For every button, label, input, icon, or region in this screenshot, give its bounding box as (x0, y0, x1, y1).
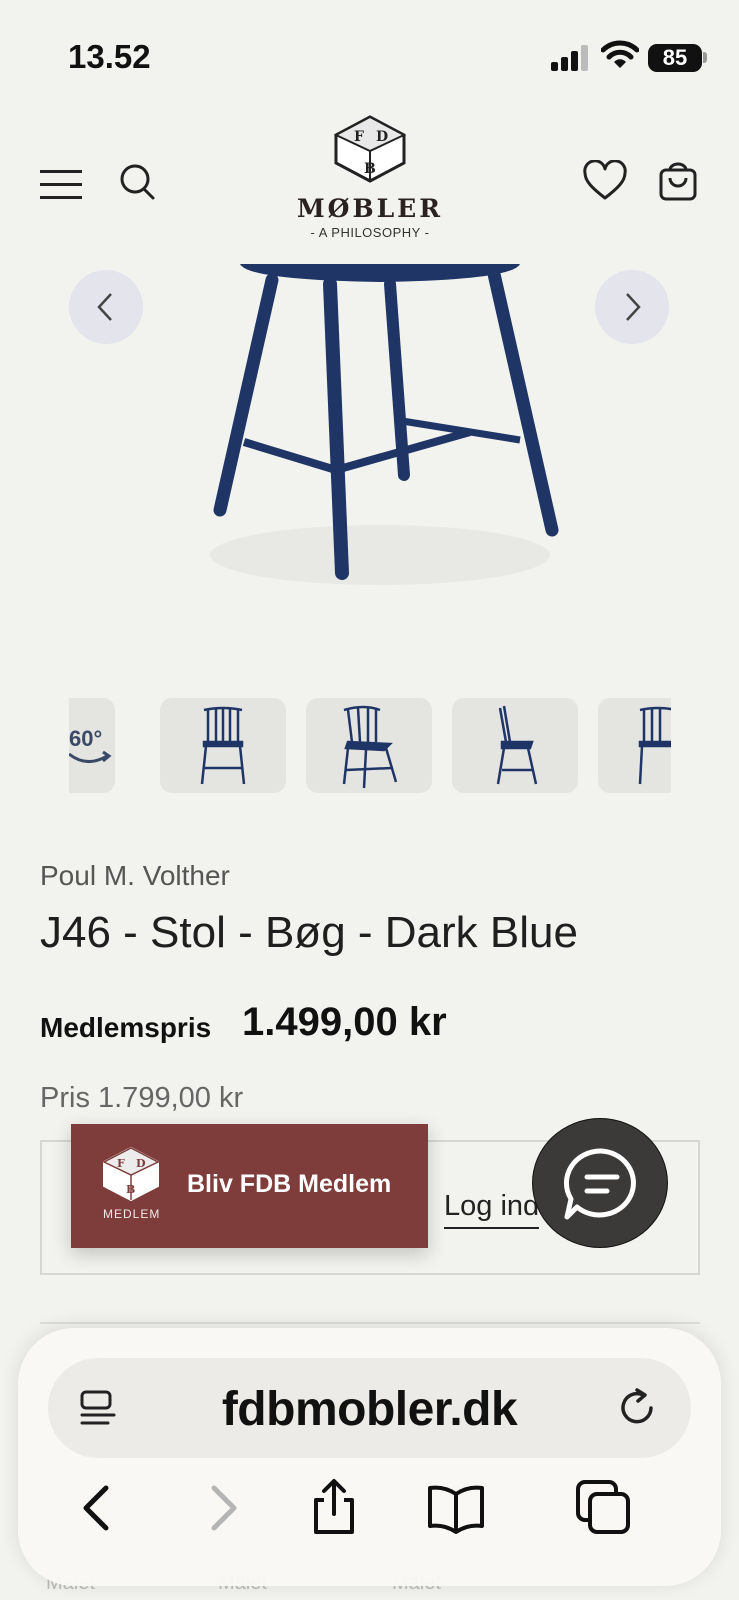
url-text: fdbmobler.dk (221, 1383, 518, 1436)
chat-button[interactable] (532, 1118, 668, 1248)
svg-text:B: B (126, 1183, 135, 1196)
thumbnail-side[interactable] (452, 698, 578, 793)
product-designer[interactable]: Poul M. Volther (40, 860, 230, 892)
become-member-label: Bliv FDB Medlem (187, 1170, 392, 1198)
svg-text:F: F (117, 1157, 125, 1170)
member-price: 1.499,00 kr (242, 1000, 447, 1044)
browser-toolbar: fdbmobler.dk (18, 1328, 721, 1586)
thumbnail-angle[interactable] (306, 698, 432, 793)
thumbnail-360[interactable]: 60° (69, 698, 115, 793)
carousel-next-button[interactable] (595, 270, 669, 344)
battery-cap (703, 52, 707, 63)
tabs-icon[interactable] (574, 1478, 634, 1538)
fdb-cube-icon: F D B (333, 115, 407, 183)
login-link[interactable]: Log ind (444, 1190, 540, 1229)
fdb-logo[interactable]: F D B MØBLER - A PHILOSOPHY - (290, 115, 450, 255)
address-bar[interactable]: fdbmobler.dk (48, 1358, 691, 1458)
svg-text:F: F (354, 129, 364, 145)
carousel-prev-button[interactable] (69, 270, 143, 344)
chair-thumbnail-image (638, 706, 671, 785)
forward-arrow-icon[interactable] (192, 1478, 252, 1538)
thumbnail-360-label: 60° (69, 726, 103, 751)
product-image-carousel[interactable] (0, 260, 739, 680)
battery-icon: 85 (648, 44, 702, 72)
status-time: 13.52 (68, 38, 151, 75)
chat-bubble-icon (563, 1148, 636, 1220)
chair-thumbnail-image (342, 705, 398, 789)
site-header: F D B MØBLER - A PHILOSOPHY - (0, 110, 739, 260)
svg-text:B: B (364, 161, 376, 177)
chevron-left-icon (97, 293, 112, 321)
chair-thumbnail-image (496, 705, 538, 785)
logo-wordmark: MØBLER (297, 194, 443, 223)
chevron-right-icon (626, 293, 641, 321)
thumbnail-back[interactable] (598, 698, 671, 793)
svg-text:D: D (376, 129, 388, 145)
thumbnail-front[interactable] (160, 698, 286, 793)
hamburger-menu-icon[interactable] (40, 170, 84, 200)
logo-tagline: - A PHILOSOPHY - (310, 225, 430, 240)
bookmarks-icon[interactable] (426, 1478, 486, 1538)
section-divider (40, 1322, 700, 1324)
reload-icon[interactable] (615, 1386, 659, 1430)
member-price-label: Medlemspris (40, 1012, 212, 1043)
product-title: J46 - Stol - Bøg - Dark Blue (40, 908, 578, 957)
search-icon[interactable] (118, 162, 158, 202)
chair-thumbnail-image (200, 706, 246, 785)
thumbnail-strip[interactable]: 60° (69, 698, 671, 793)
become-member-banner[interactable]: F D B MEDLEM Bliv FDB Medlem (71, 1124, 428, 1248)
rotate-360-icon (69, 750, 112, 763)
fdb-member-logo-icon: F D B (102, 1146, 160, 1202)
member-logo-caption: MEDLEM (103, 1207, 161, 1221)
status-bar: 13.52 85 (0, 0, 739, 110)
cellular-signal-icon (551, 45, 588, 71)
regular-price: Pris 1.799,00 kr (40, 1082, 244, 1114)
back-arrow-icon[interactable] (68, 1478, 128, 1538)
share-icon[interactable] (304, 1478, 364, 1538)
wishlist-heart-icon[interactable] (582, 160, 628, 202)
wifi-icon (601, 40, 639, 68)
svg-text:D: D (136, 1157, 146, 1170)
shopping-bag-icon[interactable] (658, 160, 698, 202)
